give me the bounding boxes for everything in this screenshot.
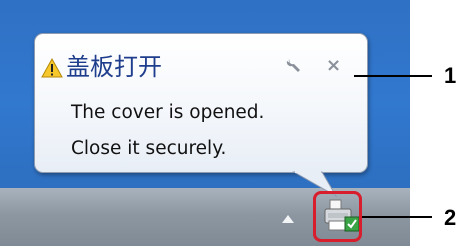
tray-icon-highlight (313, 191, 362, 242)
notification-title: 盖板打开 (66, 53, 162, 81)
notification-message-line-2: Close it securely. (71, 138, 227, 159)
callout-number-1: 1 (444, 63, 457, 88)
callout-line-2 (362, 216, 432, 218)
up-arrow-icon[interactable] (281, 214, 295, 224)
close-icon[interactable]: × (326, 57, 341, 75)
notification-message-line-1: The cover is opened. (71, 102, 265, 123)
wrench-icon[interactable] (285, 56, 303, 74)
callout-number-2: 2 (444, 205, 457, 230)
warning-icon (41, 58, 63, 78)
callout-line-1 (354, 75, 432, 77)
